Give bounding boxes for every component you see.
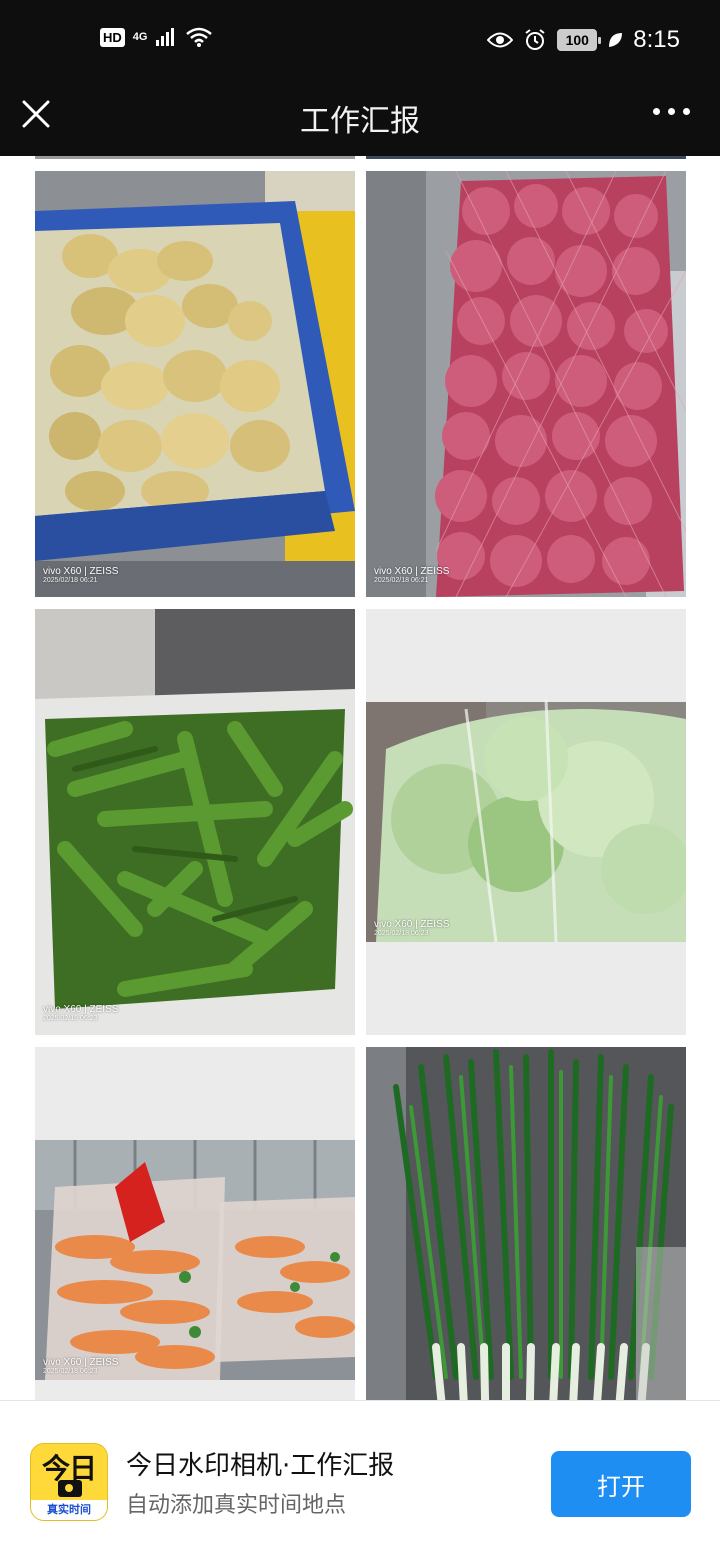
status-right: 100 8:15 <box>487 26 680 54</box>
photo-potatoes[interactable]: vivo X60 | ZEISS 2025/02/18 06:21 <box>35 171 355 597</box>
leaf-icon <box>609 33 623 47</box>
page-title: 工作汇报 <box>300 104 420 139</box>
more-dots-icon[interactable] <box>653 108 690 115</box>
signal-icon <box>156 28 175 46</box>
previous-photo-edge <box>366 156 686 159</box>
alarm-icon <box>525 29 545 50</box>
hd-badge: HD <box>100 27 125 47</box>
app-promo-banner: 今日 真实时间 今日水印相机·工作汇报 自动添加真实时间地点 打开 <box>0 1400 720 1560</box>
network-type: 4G <box>132 30 148 43</box>
watermark-brand: vivo X60 | ZEISS <box>374 566 450 577</box>
watermark-brand: vivo X60 | ZEISS <box>43 566 119 577</box>
photo-watermark: vivo X60 | ZEISS 2025/02/18 06:23 <box>43 1357 118 1375</box>
potatoes-image <box>35 171 355 597</box>
battery-indicator: 100 <box>557 29 602 51</box>
photo-onions[interactable]: vivo X60 | ZEISS 2025/02/18 06:21 <box>366 171 686 597</box>
watermark-timestamp: 2025/02/18 06:23 <box>43 1015 98 1022</box>
wifi-icon <box>186 27 213 47</box>
previous-photo-edge <box>35 156 355 159</box>
photo-carrots[interactable]: vivo X60 | ZEISS 2025/02/18 06:23 <box>35 1047 355 1400</box>
camera-icon <box>58 1480 82 1497</box>
watermark-timestamp: 2025/02/18 06:23 <box>43 1368 98 1375</box>
nav-bar: 工作汇报 <box>0 84 720 156</box>
carrots-image <box>35 1047 355 1400</box>
banner-subtitle: 自动添加真实时间地点 <box>126 1493 347 1518</box>
onions-image <box>366 171 686 597</box>
green-onions-image <box>366 1047 686 1400</box>
status-bar: HD 4G 100 8:15 <box>0 0 720 84</box>
watermark-timestamp: 2025/02/18 06:21 <box>43 577 98 584</box>
photo-watermark: vivo X60 | ZEISS 2025/02/18 06:21 <box>43 566 118 584</box>
open-app-button[interactable]: 打开 <box>551 1451 691 1517</box>
photo-watermark: vivo X60 | ZEISS 2025/02/18 06:23 <box>374 919 449 937</box>
banner-title: 今日水印相机·工作汇报 <box>126 1451 395 1481</box>
app-logo-caption: 真实时间 <box>31 1500 107 1520</box>
watermark-brand: vivo X60 | ZEISS <box>374 919 450 930</box>
photo-gallery[interactable]: vivo X60 | ZEISS 2025/02/18 06:21 vivo X… <box>0 156 720 1400</box>
photo-watermark: vivo X60 | ZEISS 2025/02/18 06:23 <box>43 1004 118 1022</box>
peppers-image <box>35 609 355 1035</box>
photo-lettuce[interactable]: vivo X60 | ZEISS 2025/02/18 06:23 <box>366 609 686 1035</box>
status-left: HD 4G <box>100 26 213 48</box>
watermark-brand: vivo X60 | ZEISS <box>43 1357 119 1368</box>
lettuce-image <box>366 609 686 1035</box>
app-logo[interactable]: 今日 真实时间 <box>30 1443 108 1521</box>
photo-green-onions[interactable] <box>366 1047 686 1400</box>
watermark-timestamp: 2025/02/18 06:21 <box>374 577 429 584</box>
clock: 8:15 <box>633 26 680 53</box>
watermark-timestamp: 2025/02/18 06:23 <box>374 930 429 937</box>
eye-icon <box>487 32 514 48</box>
photo-watermark: vivo X60 | ZEISS 2025/02/18 06:21 <box>374 566 449 584</box>
photo-peppers[interactable]: vivo X60 | ZEISS 2025/02/18 06:23 <box>35 609 355 1035</box>
watermark-brand: vivo X60 | ZEISS <box>43 1004 119 1015</box>
